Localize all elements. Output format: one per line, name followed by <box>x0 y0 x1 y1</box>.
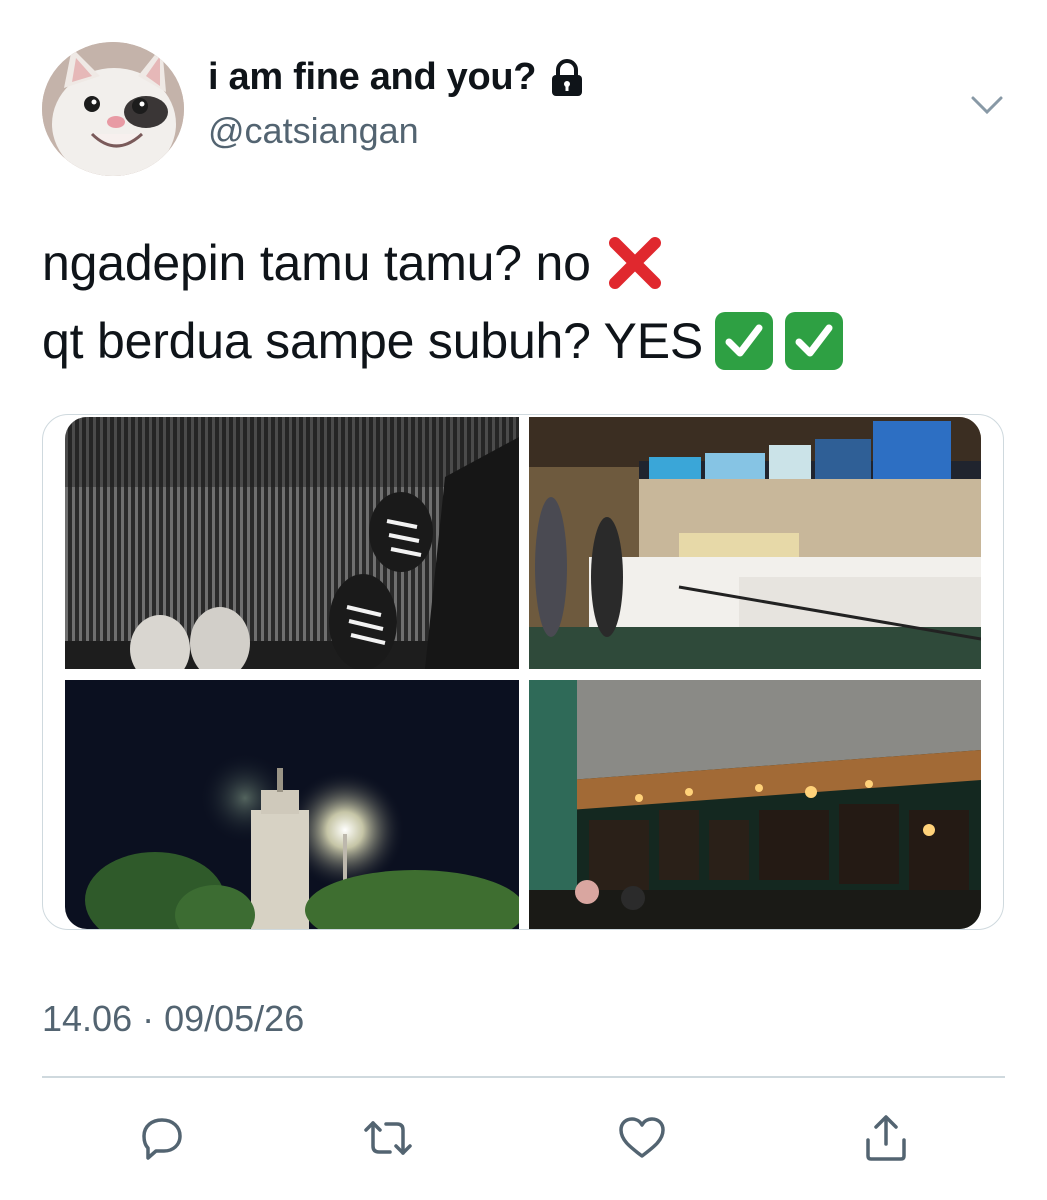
user-handle[interactable]: @catsiangan <box>208 110 419 152</box>
reply-button[interactable] <box>134 1110 190 1166</box>
check-mark-button-emoji <box>715 312 774 370</box>
tweet-line-2: qt berdua sampe subuh? YES <box>42 302 844 380</box>
tweet: i am fine and you? @catsiangan ngadepin … <box>0 0 1047 1200</box>
escalator-shoes-photo[interactable] <box>65 417 519 669</box>
like-button[interactable] <box>614 1110 670 1166</box>
tweet-line-1-text: ngadepin tamu tamu? no <box>42 235 591 291</box>
lock-icon <box>548 58 586 98</box>
retweet-button[interactable] <box>360 1110 416 1166</box>
reply-icon <box>142 1118 182 1160</box>
retweet-icon <box>364 1121 412 1155</box>
outdoor-food-stalls-photo[interactable] <box>529 680 981 929</box>
avatar[interactable] <box>42 42 184 176</box>
cinema-concession-photo[interactable] <box>529 417 981 669</box>
night-tower-lights-photo[interactable] <box>65 680 519 929</box>
cross-mark-emoji <box>607 235 663 291</box>
share-icon <box>866 1115 906 1161</box>
display-name-row[interactable]: i am fine and you? <box>208 56 586 99</box>
display-name: i am fine and you? <box>208 56 537 98</box>
tweet-text: ngadepin tamu tamu? no qt berdua sampe s… <box>42 224 844 380</box>
tweet-line-2-text: qt berdua sampe subuh? YES <box>42 313 704 369</box>
divider <box>42 1076 1005 1078</box>
tweet-line-1: ngadepin tamu tamu? no <box>42 224 843 302</box>
chevron-down-icon[interactable] <box>967 88 1007 120</box>
check-mark-button-emoji <box>785 312 844 370</box>
tweet-timestamp[interactable]: 14.06 · 09/05/26 <box>42 998 304 1040</box>
media-grid <box>42 414 1004 930</box>
share-button[interactable] <box>858 1110 914 1166</box>
like-icon <box>619 1117 665 1158</box>
